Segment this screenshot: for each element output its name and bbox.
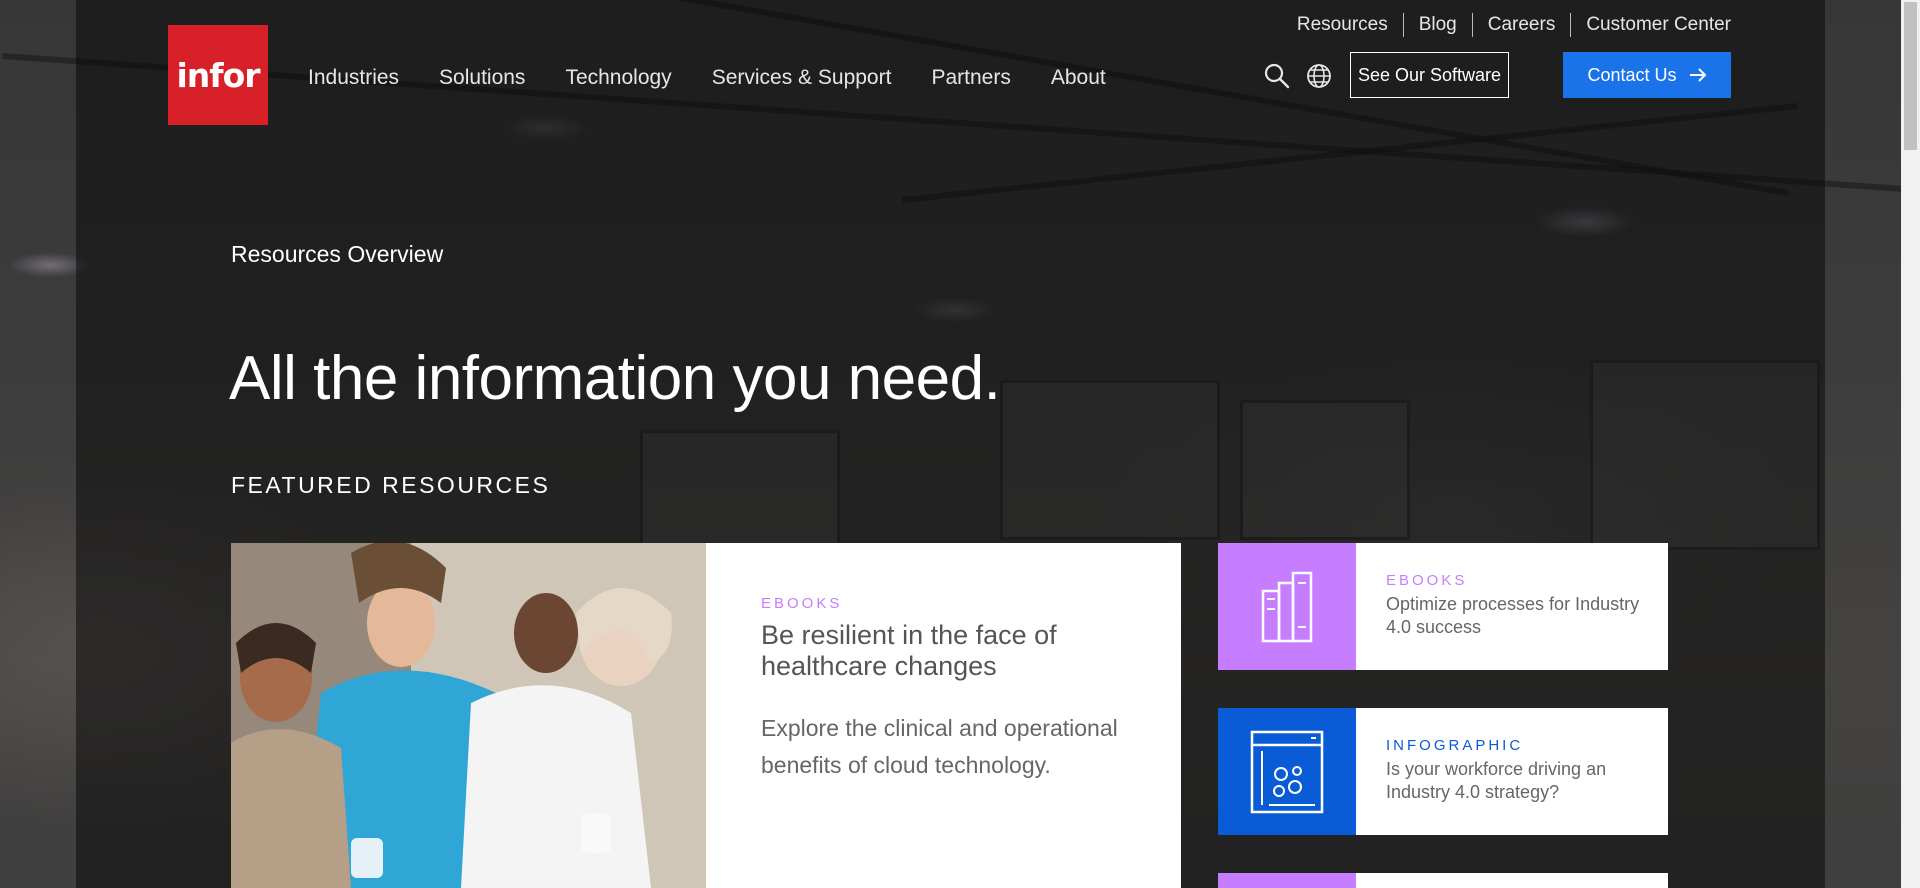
utility-nav: Resources Blog Careers Customer Center	[1297, 13, 1731, 37]
resource-title[interactable]: Is your workforce driving an Industry 4.…	[1386, 758, 1646, 804]
featured-resource-text: EBOOKS Be resilient in the face of healt…	[761, 595, 1141, 784]
nav-solutions[interactable]: Solutions	[439, 66, 525, 90]
divider	[1402, 13, 1404, 37]
resource-card-infographic[interactable]: INFOGRAPHIC Is your workforce driving an…	[1218, 708, 1668, 835]
resource-card-text: INFOGRAPHIC Is your workforce driving an…	[1386, 737, 1646, 804]
books-icon	[1261, 571, 1313, 642]
divider	[1570, 13, 1572, 37]
resource-type-label: INFOGRAPHIC	[1386, 737, 1524, 754]
nav-partners[interactable]: Partners	[931, 66, 1010, 90]
featured-resources-heading: FEATURED RESOURCES	[231, 472, 551, 498]
ebook-tile	[1218, 873, 1356, 888]
page-scrollbar[interactable]	[1901, 0, 1920, 888]
healthcare-team-photo	[231, 543, 706, 888]
nav-services-support[interactable]: Services & Support	[712, 66, 892, 90]
page-title: All the information you need.	[229, 344, 1001, 413]
featured-resource-card[interactable]: EBOOKS Be resilient in the face of healt…	[231, 543, 1181, 888]
globe-icon[interactable]	[1305, 62, 1333, 90]
right-gutter	[1825, 0, 1901, 888]
main-nav: Industries Solutions Technology Services…	[308, 66, 1106, 90]
util-careers-link[interactable]: Careers	[1488, 14, 1556, 36]
search-icon[interactable]	[1263, 62, 1291, 90]
browser-gears-icon	[1250, 730, 1324, 813]
resource-type-label: EBOOKS	[761, 595, 843, 612]
resource-title[interactable]: Optimize processes for Industry 4.0 succ…	[1386, 593, 1646, 639]
see-our-software-button[interactable]: See Our Software	[1350, 52, 1509, 98]
util-customer-center-link[interactable]: Customer Center	[1586, 14, 1731, 36]
nav-technology[interactable]: Technology	[565, 66, 671, 90]
resource-description: Explore the clinical and operational ben…	[761, 715, 1118, 778]
infor-logo[interactable]: infor	[168, 25, 268, 125]
arrow-right-icon	[1689, 68, 1706, 82]
resource-type-label: EBOOKS	[1386, 572, 1468, 589]
util-blog-link[interactable]: Blog	[1419, 14, 1457, 36]
contact-us-label: Contact Us	[1587, 64, 1677, 85]
nav-about[interactable]: About	[1051, 66, 1106, 90]
util-resources-link[interactable]: Resources	[1297, 14, 1388, 36]
breadcrumb-resources-overview: Resources Overview	[231, 241, 444, 267]
divider	[1471, 13, 1473, 37]
logo-wordmark: infor	[176, 55, 260, 95]
nav-industries[interactable]: Industries	[308, 66, 399, 90]
ebook-tile	[1218, 543, 1356, 670]
infographic-tile	[1218, 708, 1356, 835]
left-gutter	[0, 0, 76, 888]
contact-us-button[interactable]: Contact Us	[1563, 52, 1731, 98]
resource-card-ebook[interactable]: EBOOKS Optimize processes for Industry 4…	[1218, 543, 1668, 670]
resource-title[interactable]: Be resilient in the face of healthcare c…	[761, 620, 1141, 682]
resource-card-partial[interactable]	[1218, 873, 1668, 888]
resource-card-text: EBOOKS Optimize processes for Industry 4…	[1386, 572, 1646, 639]
scrollbar-thumb[interactable]	[1904, 2, 1917, 150]
